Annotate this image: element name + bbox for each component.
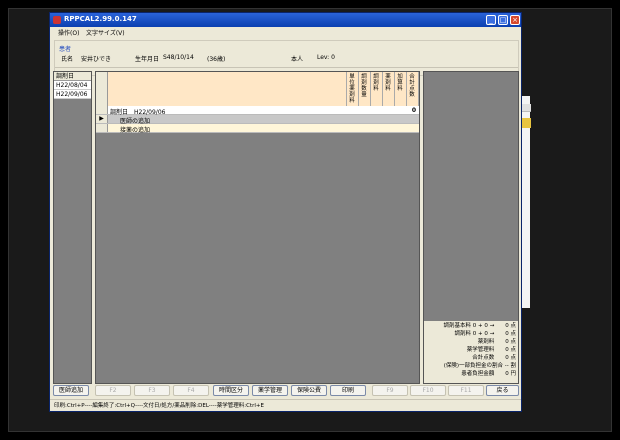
window-title: RPPCAL2.99.0.147 (64, 15, 137, 23)
name-value: 安井ひでき (81, 56, 112, 63)
grid-row[interactable]: 接薬の追加 (96, 124, 419, 134)
col-total-points: 合計点数 (407, 72, 419, 106)
title-bar[interactable]: RPPCAL2.99.0.147 _ □ × (50, 13, 521, 27)
summary-drug-fee: 薬剤料 0 点 (477, 339, 516, 345)
summary-panel: 調剤基本料 0 + 0 → 0 点 調剤料 0 + 0 → 0 点 薬剤料 0 … (423, 71, 519, 384)
f4-button[interactable]: F4 (173, 385, 209, 396)
f9-button[interactable]: F9 (372, 385, 408, 396)
menu-font-size[interactable]: 文字サイズ(V) (86, 28, 125, 37)
col-unit-drug-cost: 単位薬剤料 (347, 72, 359, 106)
f10-button[interactable]: F10 (410, 385, 446, 396)
col-dispense-fee: 調剤料 (371, 72, 383, 106)
birth-label: 生年月日 (135, 56, 160, 63)
grid-row[interactable]: ▶ 医師の追加 (96, 115, 419, 125)
date-list-header: 調剤日 (54, 72, 91, 81)
time-category-button[interactable]: 時間区分 (213, 385, 249, 396)
summary-dispense-fee: 調剤料 0 + 0 → 0 点 (454, 331, 516, 337)
prescription-grid[interactable]: 単位薬剤料 調剤数量 調剤料 薬剤料 加算料 合計点数 調剤日 H22/09/0… (95, 71, 420, 384)
col-addition-fee: 加算料 (395, 72, 407, 106)
f2-button[interactable]: F2 (95, 385, 131, 396)
menu-operation[interactable]: 操作(O) (58, 28, 79, 37)
back-button[interactable]: 戻る (486, 385, 519, 396)
birth-value: S48/10/14 (163, 54, 194, 61)
grid-row[interactable]: 調剤日 H22/09/06 0 (96, 106, 419, 116)
self-label: 本人 (291, 56, 304, 63)
lev-value: Lev: 0 (317, 54, 335, 61)
dispense-date-list[interactable]: 調剤日 H22/08/04 H22/09/06 (53, 71, 92, 384)
row-selector-current[interactable]: ▶ (96, 115, 108, 123)
print-button[interactable]: 印刷 (330, 385, 366, 396)
date-row[interactable]: H22/08/04 (54, 81, 91, 90)
patient-divider (55, 67, 518, 68)
background-highlight (521, 118, 531, 128)
row-selector[interactable] (96, 124, 108, 132)
summary-patient-charge: 患者負担金額 0 円 (461, 371, 516, 377)
grid-row-header-corner (96, 72, 108, 106)
app-window: RPPCAL2.99.0.147 _ □ × 操作(O) 文字サイズ(V) 患者… (49, 12, 522, 412)
summary-total-points: 合計点数 0 点 (472, 355, 516, 361)
f3-button[interactable]: F3 (134, 385, 170, 396)
summary-pharmacy-mgmt: 薬学管理料 0 点 (466, 347, 516, 353)
row-label: 接薬の追加 (120, 127, 151, 134)
summary-copay-ratio: (保険)一部負担金の割合 -- 割 (443, 363, 516, 369)
menu-bar: 操作(O) 文字サイズ(V) (50, 27, 521, 37)
doctor-add-button[interactable]: 医師追加 (53, 385, 89, 396)
status-bar: 印刷:Ctrl+P----編集終了:Ctrl+Q----文付日/処方/薬品削除:… (50, 399, 521, 411)
col-drug-fee: 薬剤料 (383, 72, 395, 106)
minimize-button[interactable]: _ (486, 15, 496, 25)
insurance-button[interactable]: 保険公費 (291, 385, 327, 396)
row-selector[interactable] (96, 106, 108, 114)
name-label: 氏名 (61, 56, 74, 63)
age-value: (36歳) (207, 56, 226, 63)
date-row[interactable]: H22/09/06 (54, 90, 91, 99)
app-icon (53, 16, 61, 24)
col-dispense-qty: 調剤数量 (359, 72, 371, 106)
grid-header-main (108, 72, 347, 106)
row-total: 0 (411, 107, 416, 114)
background-tab (521, 104, 531, 112)
close-button[interactable]: × (510, 15, 520, 25)
maximize-button[interactable]: □ (498, 15, 508, 25)
pharmacy-management-button[interactable]: 薬学管理 (252, 385, 288, 396)
summary-basic-fee: 調剤基本料 0 + 0 → 0 点 (443, 323, 516, 329)
patient-caption: 患者 (59, 46, 72, 53)
summary-box: 調剤基本料 0 + 0 → 0 点 調剤料 0 + 0 → 0 点 薬剤料 0 … (424, 321, 518, 383)
f11-button[interactable]: F11 (448, 385, 484, 396)
